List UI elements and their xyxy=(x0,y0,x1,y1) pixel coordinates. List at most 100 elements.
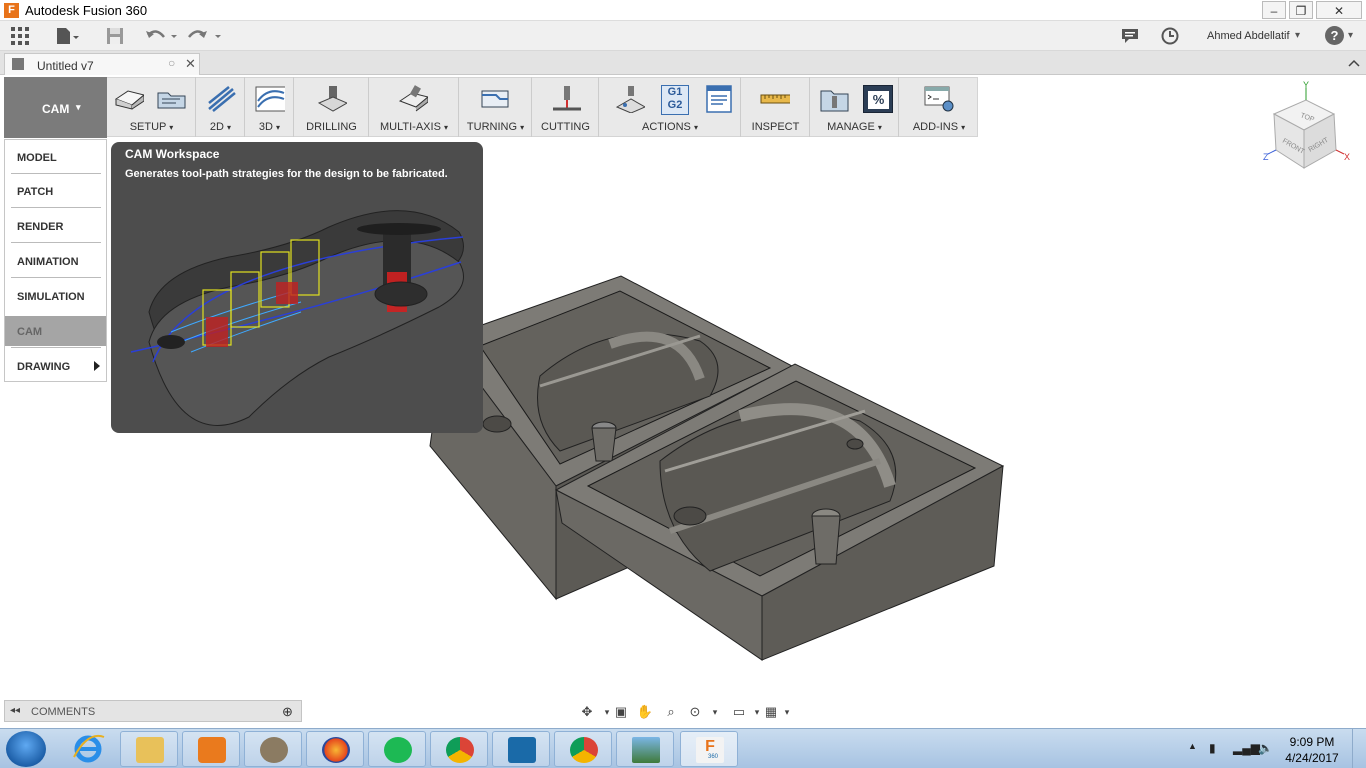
firefox-taskbar-button[interactable] xyxy=(306,731,364,767)
workspace-label: CAM xyxy=(42,102,70,116)
workspace-item-cam[interactable]: CAM xyxy=(5,316,106,346)
cutting-group[interactable]: CUTTING xyxy=(533,77,599,137)
multi-axis-group[interactable]: MULTI-AXIS ▾ xyxy=(370,77,459,137)
zoom-icon[interactable]: ⌕ xyxy=(660,703,682,721)
inspect-group[interactable]: INSPECT xyxy=(742,77,810,137)
workspace-switcher-button[interactable]: CAM ▾ xyxy=(4,77,107,138)
spotify-taskbar-button[interactable] xyxy=(368,731,426,767)
chrome-2-taskbar-button[interactable] xyxy=(554,731,612,767)
fusion-360-taskbar-button[interactable]: F 360 xyxy=(680,731,738,767)
workspace-item-label: SIMULATION xyxy=(17,291,85,303)
gimp-icon xyxy=(260,737,288,763)
comments-panel[interactable]: ◂◂ COMMENTS ⊕ xyxy=(4,700,302,722)
user-dropdown-icon[interactable]: ▾ xyxy=(1295,26,1300,46)
close-button[interactable]: ✕ xyxy=(1316,1,1362,19)
add-comment-icon[interactable]: ⊕ xyxy=(282,704,293,720)
manage-dropdown-icon: ▾ xyxy=(877,123,882,132)
turning-label: TURNING xyxy=(466,121,518,133)
gimp-taskbar-button[interactable] xyxy=(244,731,302,767)
setup-group[interactable]: SETUP ▾ xyxy=(108,77,196,137)
workspace-item-patch[interactable]: PATCH xyxy=(5,176,106,206)
comment-icon[interactable] xyxy=(1121,28,1139,48)
clock-icon[interactable] xyxy=(1161,27,1179,47)
brackets-taskbar-button[interactable] xyxy=(492,731,550,767)
post-process-button: G1 G2 xyxy=(661,85,689,115)
cutting-label: CUTTING xyxy=(541,121,590,133)
workspace-item-simulation[interactable]: SIMULATION xyxy=(5,281,106,311)
2d-group[interactable]: 2D ▾ xyxy=(197,77,245,137)
chrome-taskbar-button[interactable] xyxy=(430,731,488,767)
photo-viewer-taskbar-button[interactable] xyxy=(616,731,674,767)
drill-icon xyxy=(317,86,347,112)
fusion-letter: F xyxy=(705,738,715,755)
workspace-item-animation[interactable]: ANIMATION xyxy=(5,246,106,276)
add-ins-label: ADD-INS xyxy=(912,121,959,133)
chrome-icon xyxy=(446,737,474,763)
system-clock[interactable]: 9:09 PM 4/24/2017 xyxy=(1282,734,1342,766)
application-bar: Ahmed Abdellatif ▾ ? ▾ xyxy=(0,21,1366,51)
actions-dropdown-icon: ▾ xyxy=(693,123,698,132)
save-icon[interactable] xyxy=(106,27,124,47)
workspace-item-drawing[interactable]: DRAWING xyxy=(5,351,106,381)
redo-icon[interactable] xyxy=(188,27,224,47)
z-axis-label: Z xyxy=(1263,152,1269,162)
add-ins-group[interactable]: ADD-INS ▾ xyxy=(900,77,978,137)
fit-icon[interactable]: ⊙ xyxy=(684,703,706,721)
turning-group[interactable]: TURNING ▾ xyxy=(460,77,532,137)
setup-label: SETUP xyxy=(129,121,167,133)
volume-icon[interactable]: 🔈 xyxy=(1258,741,1273,755)
3d-group[interactable]: 3D ▾ xyxy=(246,77,294,137)
workspace-menu: MODEL PATCH RENDER ANIMATION SIMULATION … xyxy=(4,139,107,382)
help-icon[interactable]: ? xyxy=(1325,26,1344,45)
help-dropdown-icon[interactable]: ▾ xyxy=(1348,26,1353,46)
scripts-icon xyxy=(924,86,954,112)
menu-divider xyxy=(11,242,101,243)
2d-toolpath-icon xyxy=(208,86,236,112)
document-tab[interactable]: Untitled v7 ○ ✕ xyxy=(4,53,200,75)
tooltip-title: CAM Workspace xyxy=(125,147,220,161)
file-icon[interactable] xyxy=(56,27,80,47)
close-tab-button[interactable]: ✕ xyxy=(185,56,196,72)
document-tab-bar: Untitled v7 ○ ✕ xyxy=(0,51,1366,75)
actions-group[interactable]: G1 G2 ACTIONS ▾ xyxy=(600,77,741,137)
show-desktop-button[interactable] xyxy=(1352,729,1366,768)
show-hidden-icons-button[interactable]: ▲ xyxy=(1188,741,1197,751)
workspace-item-label: PATCH xyxy=(17,186,54,198)
tab-scroll-up-icon[interactable] xyxy=(1348,58,1360,68)
unsaved-ring-icon: ○ xyxy=(168,56,176,70)
setup-dropdown-icon: ▾ xyxy=(169,123,174,132)
network-icon[interactable]: ▂▄▆ xyxy=(1233,741,1260,755)
drilling-group[interactable]: DRILLING xyxy=(295,77,369,137)
grid-dropdown-icon[interactable]: ▾ xyxy=(776,703,798,721)
view-cube[interactable]: TOP FRONT RIGHT Y Z X xyxy=(1262,80,1358,176)
g1-code: G1 xyxy=(667,86,683,98)
file-explorer-taskbar-button[interactable] xyxy=(120,731,178,767)
workspace-item-model[interactable]: MODEL xyxy=(5,142,106,172)
undo-icon[interactable] xyxy=(145,27,179,47)
internet-explorer-icon[interactable] xyxy=(70,733,106,765)
firefox-icon xyxy=(322,737,350,763)
restore-button[interactable]: ❐ xyxy=(1289,1,1313,19)
title-bar: F Autodesk Fusion 360 ‒ ❐ ✕ xyxy=(0,0,1366,21)
start-button[interactable] xyxy=(6,731,46,767)
workspace-item-render[interactable]: RENDER xyxy=(5,211,106,241)
3d-toolpath-icon xyxy=(255,86,285,112)
media-player-icon xyxy=(198,737,226,763)
fit-dropdown-icon[interactable]: ▾ xyxy=(704,703,726,721)
orbit-icon[interactable]: ✥ xyxy=(576,703,598,721)
collapse-comments-icon[interactable]: ◂◂ xyxy=(10,705,20,716)
setup-sheet-icon xyxy=(157,92,186,109)
manage-group[interactable]: % MANAGE ▾ xyxy=(811,77,899,137)
2d-dropdown-icon: ▾ xyxy=(227,123,232,132)
x-axis-label: X xyxy=(1344,152,1350,162)
grid-icon[interactable] xyxy=(11,27,29,47)
measure-icon xyxy=(760,94,790,104)
user-name-button[interactable]: Ahmed Abdellatif xyxy=(1207,30,1290,42)
look-at-icon[interactable]: ▣ xyxy=(610,703,632,721)
3d-label: 3D xyxy=(258,121,273,133)
pan-hand-icon[interactable]: ✋ xyxy=(634,703,656,721)
media-player-taskbar-button[interactable] xyxy=(182,731,240,767)
turning-icon xyxy=(481,90,509,108)
safely-remove-icon[interactable]: ▮ xyxy=(1209,741,1216,755)
minimize-button[interactable]: ‒ xyxy=(1262,1,1286,19)
